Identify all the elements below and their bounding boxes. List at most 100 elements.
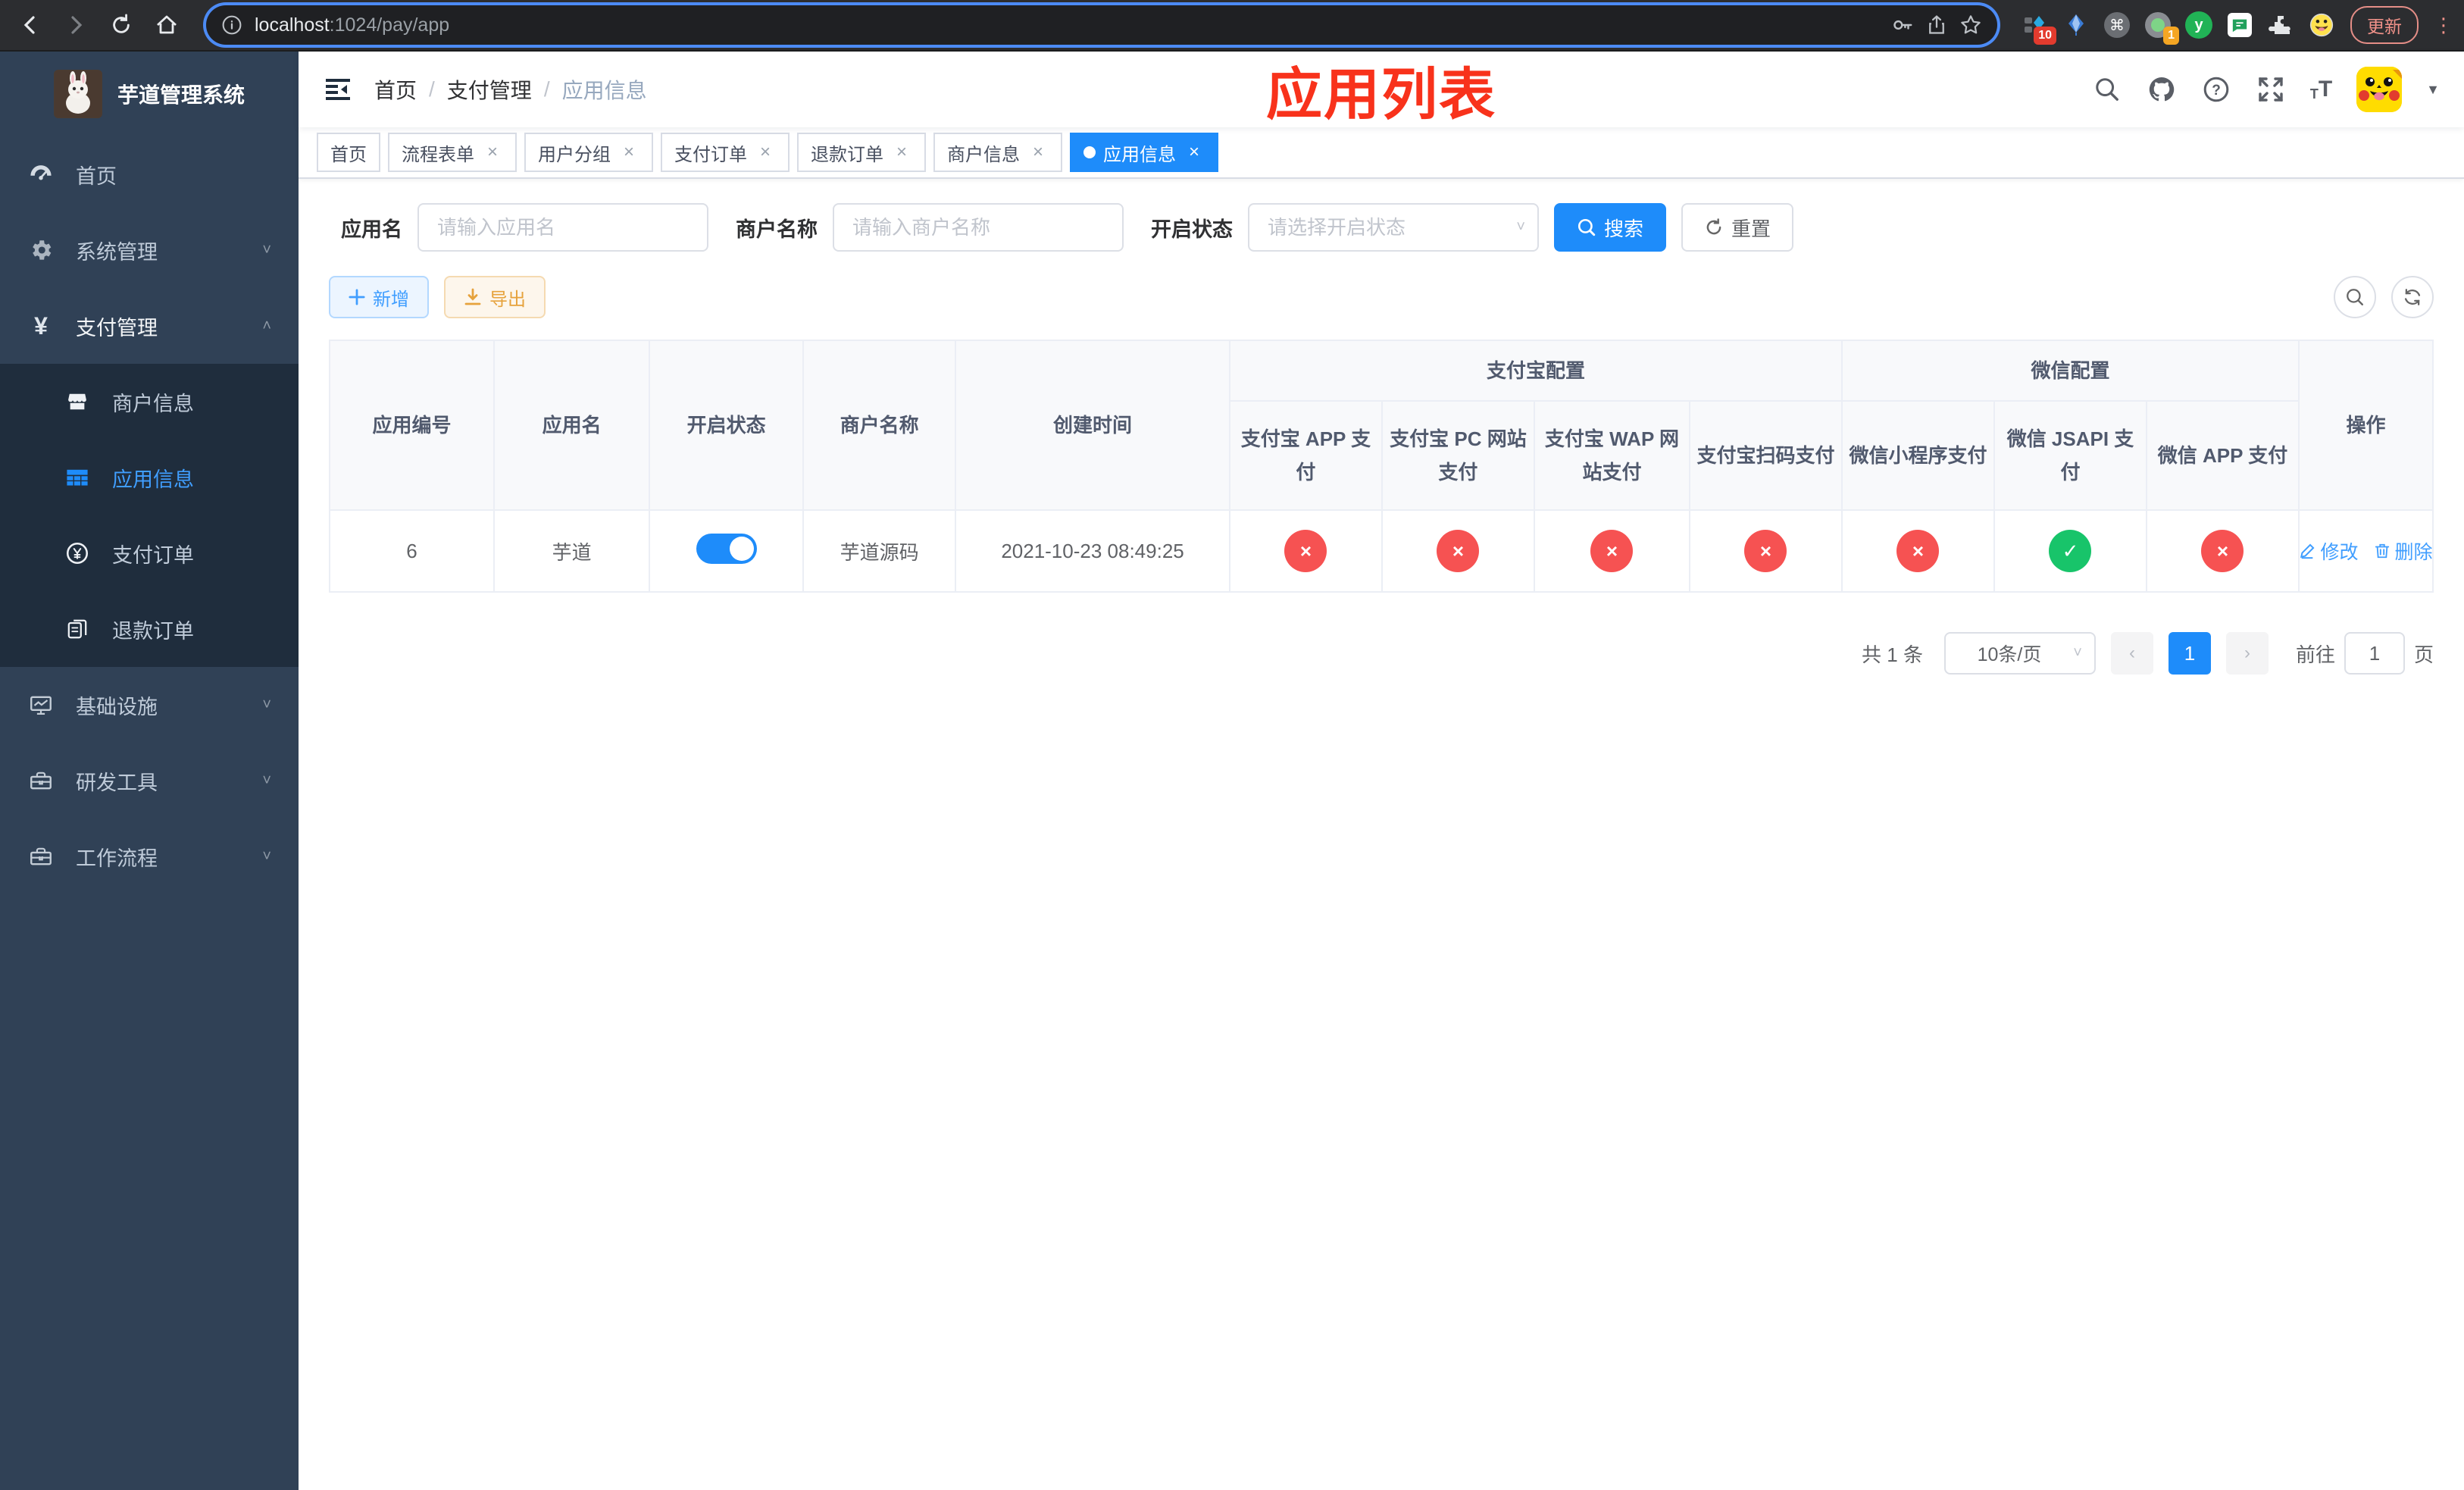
search-button[interactable]: 搜索 [1554,203,1667,252]
add-button[interactable]: 新增 [329,276,429,318]
tab-label: 流程表单 [402,144,474,165]
github-icon[interactable] [2147,74,2177,105]
close-icon[interactable]: × [482,142,503,163]
app-logo-row[interactable]: 芋道管理系统 [0,52,299,136]
sidebar-item-label: 商户信息 [112,392,194,415]
address-bar[interactable]: localhost:1024/pay/app [206,5,1997,45]
col-wx-lite: 微信小程序支付 [1840,400,1995,511]
bookmark-star-icon[interactable] [1959,14,1982,36]
tab-pay-order[interactable]: 支付订单 × [661,133,790,172]
password-key-icon[interactable] [1891,14,1914,36]
goto-label: 前往 [2295,643,2335,666]
breadcrumb-current: 应用信息 [561,79,647,102]
cell-create-time: 2021-10-23 08:49:25 [955,509,1230,593]
col-create-time: 创建时间 [955,340,1230,511]
fullscreen-icon[interactable] [2256,74,2286,105]
sidebar-item-pay-order[interactable]: 支付订单 [0,515,299,591]
extension-badge: 1 [2163,27,2179,45]
chevron-down-icon: ˅ [262,241,271,258]
group-alipay-config: 支付宝配置 [1228,340,1843,402]
back-icon[interactable] [15,10,45,40]
breadcrumb-home[interactable]: 首页 [374,74,417,105]
store-icon [64,388,91,415]
prev-page-button[interactable]: ‹ [2110,632,2153,675]
extensions-area: 10 ⌘ 1 y [2022,11,2335,45]
grid-table-icon [64,464,91,491]
share-icon[interactable] [1926,14,1947,36]
help-icon[interactable]: ? [2201,74,2231,105]
status-label: 开启状态 [1151,218,1233,241]
close-icon[interactable]: × [755,142,776,163]
extension-command-icon[interactable]: ⌘ [2103,11,2131,39]
close-icon[interactable]: × [618,142,639,163]
chevron-down-icon: ˅ [262,847,271,865]
sidebar-item-workflow[interactable]: 工作流程 ˅ [0,819,299,894]
tab-process-form[interactable]: 流程表单 × [388,133,517,172]
merchant-name-input[interactable] [833,203,1124,252]
tab-refund-order[interactable]: 退款订单 × [797,133,926,172]
chrome-update-button[interactable]: 更新 [2350,6,2419,44]
page-number-1[interactable]: 1 [2168,632,2211,675]
sidebar-item-label: 工作流程 [76,847,158,870]
documents-icon [64,615,91,643]
status-select[interactable] [1248,203,1539,252]
goto-page-input[interactable] [2344,632,2405,675]
tab-app-info[interactable]: 应用信息 × [1070,133,1218,172]
search-icon[interactable] [2092,74,2122,105]
extension-kite-icon[interactable] [2062,11,2090,39]
toggle-search-button[interactable] [2334,276,2376,318]
sidebar-item-system[interactable]: 系统管理 ˅ [0,212,299,288]
sidebar-item-refund-order[interactable]: 退款订单 [0,591,299,667]
chrome-menu-icon[interactable]: ⋮ [2434,14,2453,37]
tab-merchant-info[interactable]: 商户信息 × [933,133,1062,172]
extension-chat-icon[interactable] [2226,11,2253,39]
extension-diamond-icon[interactable]: 10 [2022,11,2056,45]
avatar-caret-icon[interactable]: ▼ [2426,82,2440,98]
extensions-puzzle-icon[interactable] [2267,11,2294,39]
delete-link[interactable]: 删除 [2374,537,2433,565]
breadcrumb-separator: / [543,77,550,101]
table-toolbar: 新增 导出 [329,276,2434,318]
close-icon[interactable]: × [1027,142,1049,163]
page-size-select[interactable] [1943,632,2096,675]
edit-link[interactable]: 修改 [2299,537,2359,565]
close-icon[interactable]: × [891,142,912,163]
sidebar-fold-icon[interactable] [323,74,353,105]
reload-icon[interactable] [106,10,136,40]
sidebar-item-pay[interactable]: ¥ 支付管理 ˄ [0,288,299,364]
breadcrumb-pay[interactable]: 支付管理 [447,74,532,105]
delete-link-label: 删除 [2394,542,2433,563]
sidebar-item-label: 研发工具 [76,771,158,794]
close-icon[interactable]: × [1184,142,1205,163]
tab-label: 支付订单 [674,144,747,165]
next-page-button[interactable]: › [2225,632,2269,675]
sidebar-item-label: 应用信息 [112,468,194,491]
home-icon[interactable] [152,10,182,40]
export-button[interactable]: 导出 [444,276,546,318]
sidebar-item-devtools[interactable]: 研发工具 ˅ [0,743,299,819]
col-merchant: 商户名称 [802,340,957,511]
tab-home[interactable]: 首页 [317,133,380,172]
site-info-icon[interactable] [221,14,242,36]
font-size-icon[interactable]: TT [2310,78,2332,102]
sidebar-item-merchant-info[interactable]: 商户信息 [0,364,299,440]
tab-user-group[interactable]: 用户分组 × [524,133,653,172]
sidebar-item-infra[interactable]: 基础设施 ˅ [0,667,299,743]
extension-y-icon[interactable]: y [2185,11,2212,39]
sidebar-item-app-info[interactable]: 应用信息 [0,440,299,515]
forward-icon[interactable] [61,10,91,40]
extension-emoji-icon[interactable] [2308,11,2335,39]
user-avatar[interactable] [2356,67,2403,112]
pagination: 共 1 条 ˅ ‹ 1 › 前往 页 [329,632,2434,675]
extension-recorder-icon[interactable]: 1 [2144,11,2179,45]
breadcrumb: 首页 / 支付管理 / 应用信息 [374,74,647,105]
yen-circle-icon [64,540,91,567]
refresh-table-button[interactable] [2391,276,2434,318]
monitor-chart-icon [27,691,55,718]
app-name-input[interactable] [417,203,708,252]
sidebar-item-home[interactable]: 首页 [0,136,299,212]
svg-text:?: ? [2212,83,2221,99]
active-dot [1083,146,1096,158]
reset-button[interactable]: 重置 [1681,203,1794,252]
status-toggle[interactable] [696,533,757,564]
